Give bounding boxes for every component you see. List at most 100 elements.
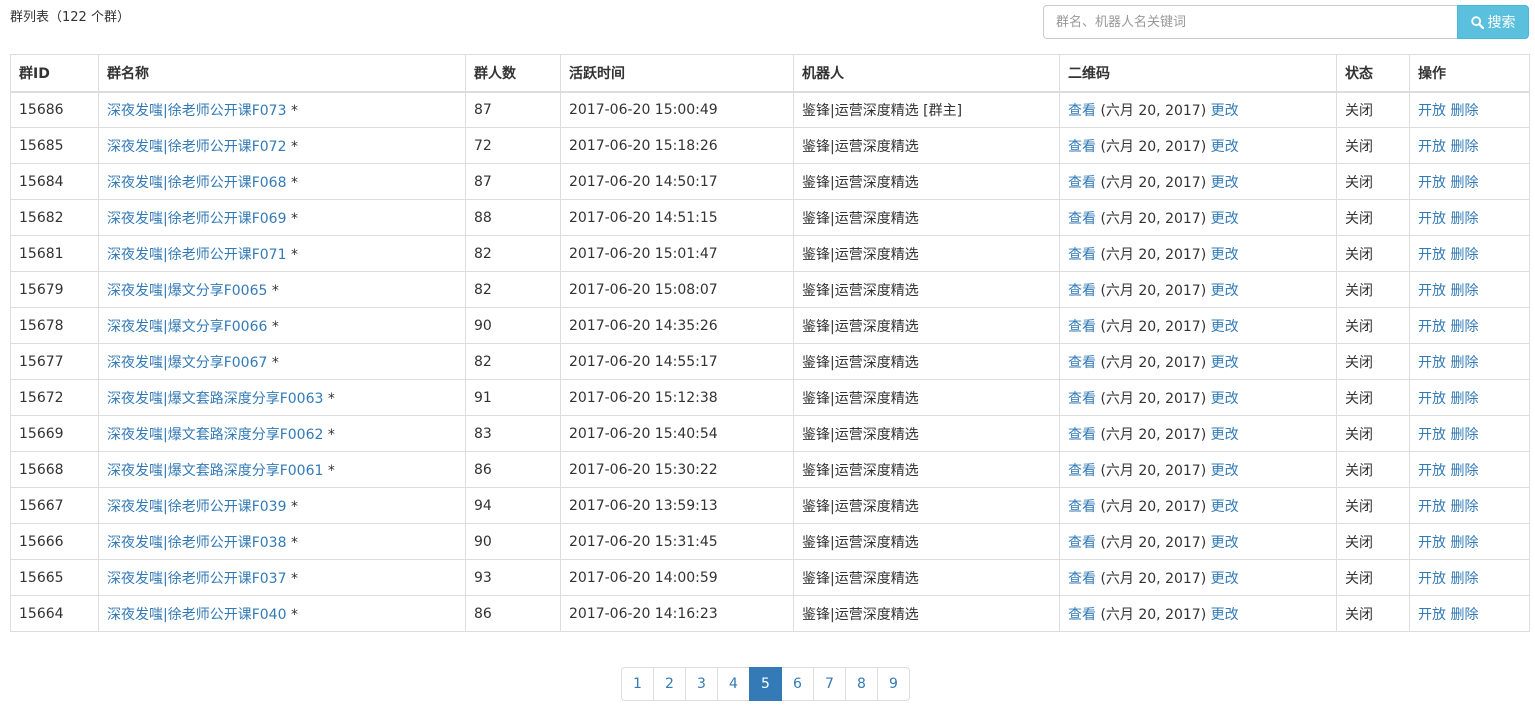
qrcode-edit-link[interactable]: 更改 [1211, 463, 1239, 479]
group-name-link[interactable]: 深夜发嗤|爆文套路深度分享F0062 [107, 427, 323, 443]
group-name-link[interactable]: 深夜发嗤|徐老师公开课F071 [107, 247, 287, 263]
qrcode-edit-link[interactable]: 更改 [1211, 571, 1239, 587]
delete-group-link[interactable]: 删除 [1450, 571, 1478, 587]
qrcode-edit-link[interactable]: 更改 [1211, 499, 1239, 515]
delete-group-link[interactable]: 删除 [1450, 499, 1478, 515]
delete-group-link[interactable]: 删除 [1450, 247, 1478, 263]
group-name-mark: * [323, 462, 335, 479]
qrcode-view-link[interactable]: 查看 [1068, 535, 1096, 551]
group-name-cell: 深夜发嗤|徐老师公开课F071 * [98, 235, 466, 272]
page-link-5[interactable]: 5 [749, 667, 782, 701]
qrcode-edit-link[interactable]: 更改 [1211, 103, 1239, 119]
delete-group-link[interactable]: 删除 [1450, 139, 1478, 155]
group-name-link[interactable]: 深夜发嗤|徐老师公开课F072 [107, 139, 287, 155]
member-count-cell: 87 [465, 91, 561, 128]
group-name-link[interactable]: 深夜发嗤|徐老师公开课F073 [107, 103, 287, 119]
page-link-6[interactable]: 6 [781, 667, 814, 701]
qrcode-cell: 查看 (六月 20, 2017) 更改 [1059, 487, 1337, 524]
group-name-link[interactable]: 深夜发嗤|徐老师公开课F069 [107, 211, 287, 227]
open-group-link[interactable]: 开放 [1418, 211, 1446, 227]
qrcode-view-link[interactable]: 查看 [1068, 499, 1096, 515]
qrcode-view-link[interactable]: 查看 [1068, 139, 1096, 155]
group-name-link[interactable]: 深夜发嗤|爆文分享F0065 [107, 283, 267, 299]
page-link-8[interactable]: 8 [845, 667, 878, 701]
qrcode-view-link[interactable]: 查看 [1068, 571, 1096, 587]
qrcode-view-link[interactable]: 查看 [1068, 211, 1096, 227]
open-group-link[interactable]: 开放 [1418, 463, 1446, 479]
open-group-link[interactable]: 开放 [1418, 427, 1446, 443]
open-group-link[interactable]: 开放 [1418, 283, 1446, 299]
table-body: 15686 深夜发嗤|徐老师公开课F073 * 87 2017-06-20 15:00… [10, 91, 1530, 632]
delete-group-link[interactable]: 删除 [1450, 391, 1478, 407]
page-link-4[interactable]: 4 [717, 667, 750, 701]
group-name-mark: * [267, 318, 279, 335]
delete-group-link[interactable]: 删除 [1450, 211, 1478, 227]
qrcode-edit-link[interactable]: 更改 [1211, 355, 1239, 371]
delete-group-link[interactable]: 删除 [1450, 535, 1478, 551]
open-group-link[interactable]: 开放 [1418, 175, 1446, 191]
group-name-link[interactable]: 深夜发嗤|爆文分享F0066 [107, 319, 267, 335]
open-group-link[interactable]: 开放 [1418, 319, 1446, 335]
group-name-link[interactable]: 深夜发嗤|徐老师公开课F038 [107, 535, 287, 551]
page-link-1[interactable]: 1 [621, 667, 654, 701]
qrcode-edit-link[interactable]: 更改 [1211, 607, 1239, 623]
table-row: 15666 深夜发嗤|徐老师公开课F038 * 90 2017-06-20 15:31… [10, 523, 1530, 560]
open-group-link[interactable]: 开放 [1418, 571, 1446, 587]
delete-group-link[interactable]: 删除 [1450, 463, 1478, 479]
qrcode-view-link[interactable]: 查看 [1068, 427, 1096, 443]
group-name-link[interactable]: 深夜发嗤|爆文分享F0067 [107, 355, 267, 371]
qrcode-edit-link[interactable]: 更改 [1211, 535, 1239, 551]
delete-group-link[interactable]: 删除 [1450, 355, 1478, 371]
actions-cell: 开放 删除 [1409, 343, 1530, 380]
qrcode-view-link[interactable]: 查看 [1068, 283, 1096, 299]
qrcode-view-link[interactable]: 查看 [1068, 463, 1096, 479]
page-link-3[interactable]: 3 [685, 667, 718, 701]
qrcode-edit-link[interactable]: 更改 [1211, 391, 1239, 407]
robot-cell: 鉴锋|运营深度精选 [793, 163, 1060, 200]
qrcode-edit-link[interactable]: 更改 [1211, 211, 1239, 227]
delete-group-link[interactable]: 删除 [1450, 607, 1478, 623]
qrcode-view-link[interactable]: 查看 [1068, 355, 1096, 371]
open-group-link[interactable]: 开放 [1418, 535, 1446, 551]
group-name-link[interactable]: 深夜发嗤|徐老师公开课F037 [107, 571, 287, 587]
qrcode-edit-link[interactable]: 更改 [1211, 283, 1239, 299]
qrcode-date: (六月 20, 2017) [1096, 246, 1211, 263]
delete-group-link[interactable]: 删除 [1450, 427, 1478, 443]
qrcode-edit-link[interactable]: 更改 [1211, 139, 1239, 155]
qrcode-edit-link[interactable]: 更改 [1211, 427, 1239, 443]
group-name-link[interactable]: 深夜发嗤|徐老师公开课F039 [107, 499, 287, 515]
group-id-cell: 15681 [10, 235, 99, 272]
qrcode-view-link[interactable]: 查看 [1068, 319, 1096, 335]
qrcode-view-link[interactable]: 查看 [1068, 103, 1096, 119]
group-name-cell: 深夜发嗤|爆文套路深度分享F0063 * [98, 379, 466, 416]
page-link-7[interactable]: 7 [813, 667, 846, 701]
delete-group-link[interactable]: 删除 [1450, 103, 1478, 119]
delete-group-link[interactable]: 删除 [1450, 319, 1478, 335]
group-name-link[interactable]: 深夜发嗤|徐老师公开课F040 [107, 607, 287, 623]
search-button[interactable]: 搜索 [1457, 5, 1529, 39]
qrcode-edit-link[interactable]: 更改 [1211, 319, 1239, 335]
open-group-link[interactable]: 开放 [1418, 607, 1446, 623]
qrcode-edit-link[interactable]: 更改 [1211, 247, 1239, 263]
open-group-link[interactable]: 开放 [1418, 499, 1446, 515]
open-group-link[interactable]: 开放 [1418, 355, 1446, 371]
group-name-link[interactable]: 深夜发嗤|爆文套路深度分享F0061 [107, 463, 323, 479]
delete-group-link[interactable]: 删除 [1450, 175, 1478, 191]
search-input[interactable] [1043, 5, 1457, 39]
delete-group-link[interactable]: 删除 [1450, 283, 1478, 299]
qrcode-view-link[interactable]: 查看 [1068, 247, 1096, 263]
qrcode-view-link[interactable]: 查看 [1068, 607, 1096, 623]
open-group-link[interactable]: 开放 [1418, 391, 1446, 407]
page-link-9[interactable]: 9 [877, 667, 910, 701]
open-group-link[interactable]: 开放 [1418, 139, 1446, 155]
group-name-cell: 深夜发嗤|徐老师公开课F072 * [98, 127, 466, 164]
qrcode-date: (六月 20, 2017) [1096, 606, 1211, 623]
open-group-link[interactable]: 开放 [1418, 103, 1446, 119]
page-link-2[interactable]: 2 [653, 667, 686, 701]
group-name-link[interactable]: 深夜发嗤|爆文套路深度分享F0063 [107, 391, 323, 407]
open-group-link[interactable]: 开放 [1418, 247, 1446, 263]
qrcode-view-link[interactable]: 查看 [1068, 391, 1096, 407]
qrcode-view-link[interactable]: 查看 [1068, 175, 1096, 191]
qrcode-edit-link[interactable]: 更改 [1211, 175, 1239, 191]
group-name-link[interactable]: 深夜发嗤|徐老师公开课F068 [107, 175, 287, 191]
